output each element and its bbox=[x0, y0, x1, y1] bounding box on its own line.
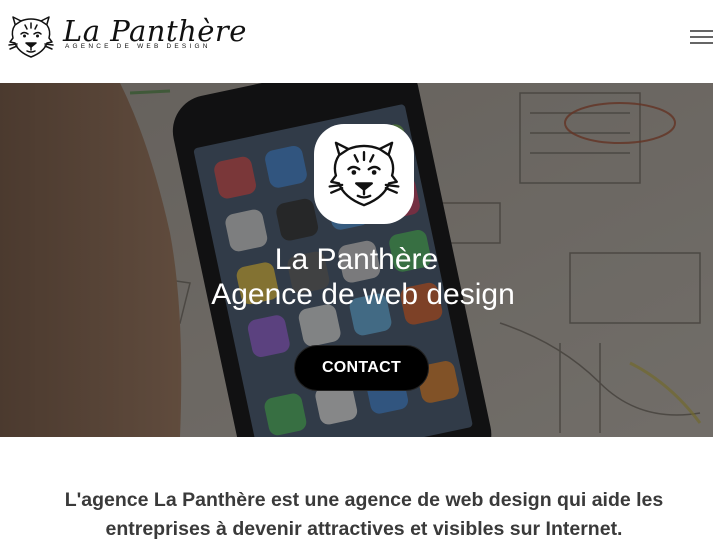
menu-bar bbox=[690, 42, 713, 44]
logo-text: La Panthère AGENCE DE WEB DESIGN bbox=[63, 14, 247, 50]
hero-logo-badge bbox=[314, 124, 414, 224]
contact-button[interactable]: CONTACT bbox=[294, 345, 429, 391]
hamburger-menu-icon[interactable] bbox=[690, 28, 713, 46]
site-logo[interactable]: La Panthère AGENCE DE WEB DESIGN bbox=[6, 14, 247, 60]
panther-head-icon bbox=[8, 16, 54, 58]
intro-text: L'agence La Panthère est une agence de w… bbox=[0, 486, 713, 544]
menu-bar bbox=[690, 30, 713, 32]
site-header: La Panthère AGENCE DE WEB DESIGN bbox=[0, 0, 713, 83]
hero-section: La Panthère Agence de web design CONTACT bbox=[0, 83, 713, 437]
brand-tagline: AGENCE DE WEB DESIGN bbox=[65, 43, 211, 50]
hero-subtitle: Agence de web design bbox=[211, 278, 515, 311]
intro-line: entreprises à devenir attractives et vis… bbox=[105, 518, 623, 540]
hero-title: La Panthère bbox=[274, 243, 439, 276]
menu-bar bbox=[690, 36, 713, 38]
intro-line: L'agence La Panthère est une agence de w… bbox=[64, 489, 664, 511]
panther-head-icon bbox=[328, 141, 400, 207]
